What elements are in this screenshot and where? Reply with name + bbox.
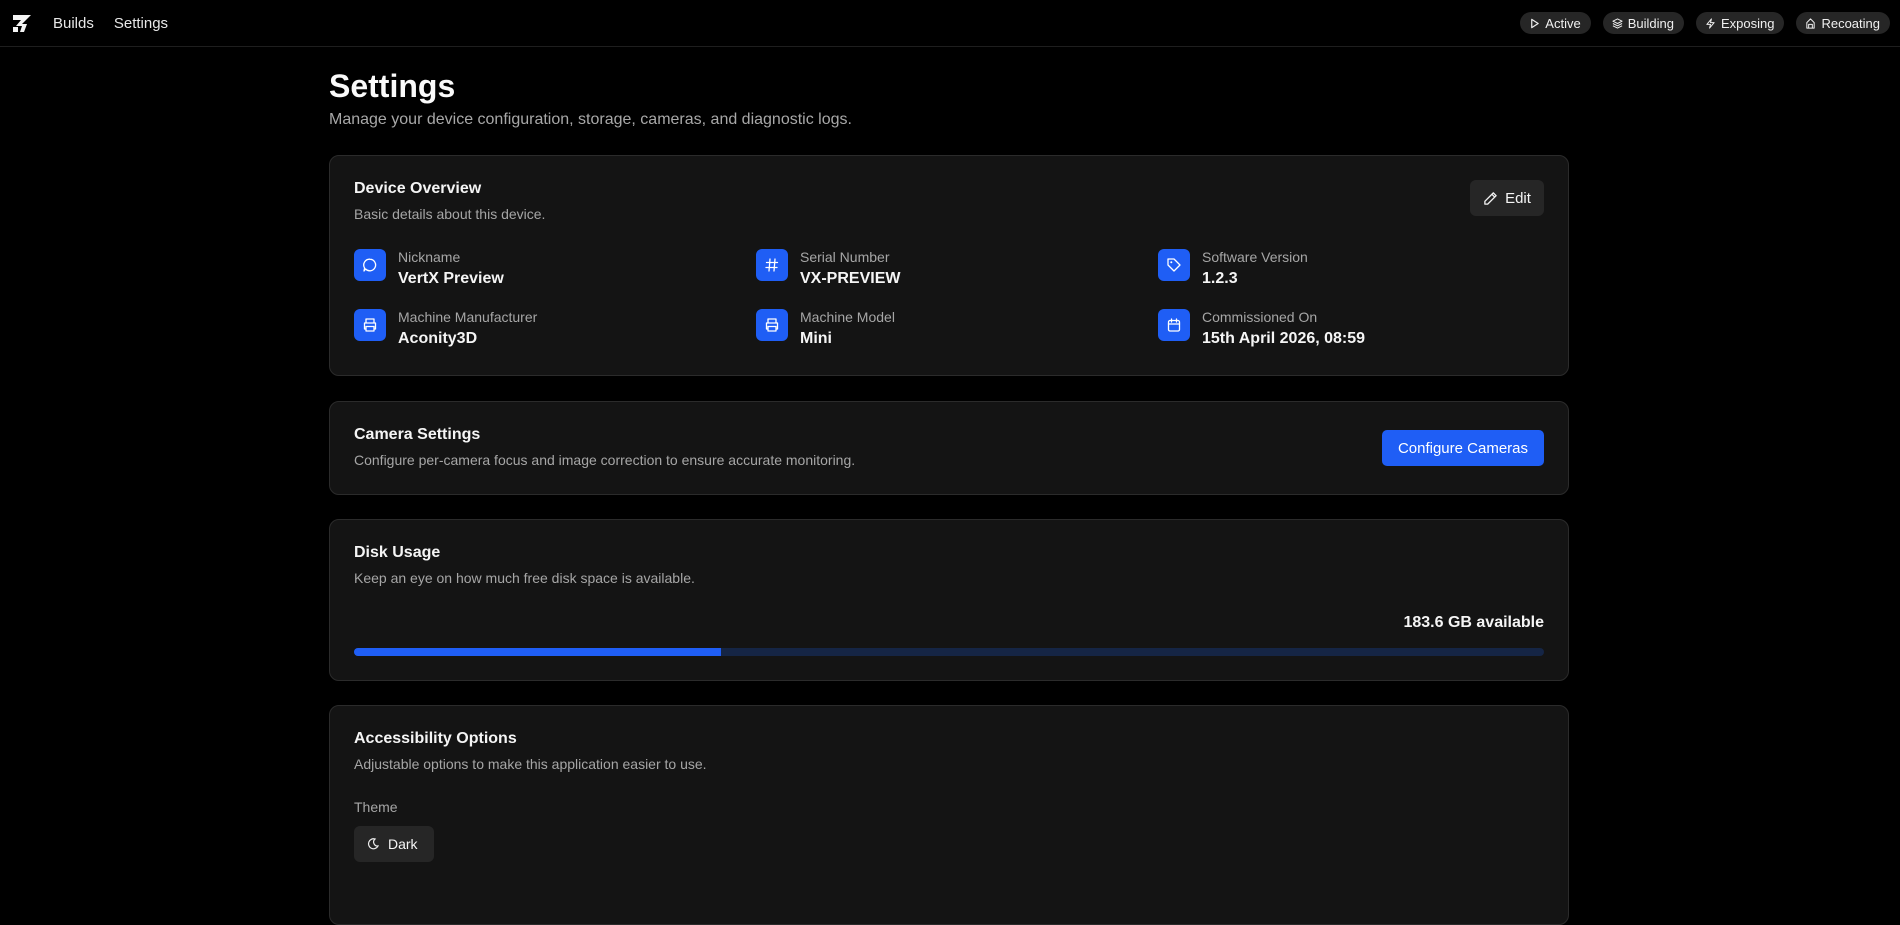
play-icon (1531, 18, 1540, 28)
page-title: Settings (329, 68, 456, 104)
message-circle-icon (354, 249, 386, 281)
disk-usage-bar-fill (354, 648, 721, 656)
field-nickname: Nickname VertX Preview (354, 248, 504, 290)
field-software-version-label: Software Version (1202, 249, 1308, 265)
disk-available-text: 183.6 GB available (1403, 614, 1544, 631)
field-machine-model: Machine Model Mini (756, 308, 895, 350)
calendar-icon (1158, 309, 1190, 341)
recoater-icon (1806, 17, 1816, 29)
status-active-label: Active (1545, 15, 1581, 31)
edit-button-label: Edit (1505, 189, 1531, 207)
status-exposing-label: Exposing (1720, 15, 1775, 31)
device-overview-description: Basic details about this device. (354, 206, 546, 222)
disk-usage-card: Disk Usage Keep an eye on how much free … (329, 519, 1569, 681)
status-building-label: Building (1627, 15, 1674, 31)
top-navigation-bar: Builds Settings Active Building Exposing… (0, 0, 1900, 47)
status-building[interactable]: Building (1602, 12, 1684, 34)
printer-icon (756, 309, 788, 341)
field-machine-manufacturer-label: Machine Manufacturer (398, 309, 538, 325)
edit-button[interactable]: Edit (1470, 180, 1544, 216)
field-machine-model-value: Mini (800, 330, 832, 347)
field-commissioned-on: Commissioned On 15th April 2026, 08:59 (1158, 308, 1365, 350)
logo[interactable] (11, 12, 33, 34)
pencil-icon (1484, 191, 1497, 205)
hash-icon (756, 249, 788, 281)
field-serial-number-label: Serial Number (800, 249, 890, 265)
status-recoating-label: Recoating (1821, 15, 1880, 31)
field-serial-number: Serial Number VX-PREVIEW (756, 248, 900, 290)
field-machine-manufacturer: Machine Manufacturer Aconity3D (354, 308, 537, 350)
field-commissioned-on-label: Commissioned On (1202, 309, 1318, 325)
field-machine-model-label: Machine Model (800, 309, 895, 325)
zap-icon (1706, 17, 1715, 29)
accessibility-description: Adjustable options to make this applicat… (354, 756, 707, 772)
field-software-version: Software Version 1.2.3 (1158, 248, 1308, 290)
field-nickname-label: Nickname (398, 249, 461, 265)
nav-builds[interactable]: Builds (53, 15, 94, 32)
theme-toggle-label: Dark (388, 836, 418, 852)
field-software-version-value: 1.2.3 (1202, 270, 1238, 287)
field-commissioned-on-value: 15th April 2026, 08:59 (1202, 330, 1366, 347)
page-subtitle: Manage your device configuration, storag… (329, 111, 852, 128)
nav-settings[interactable]: Settings (114, 15, 168, 32)
device-overview-title: Device Overview (354, 180, 482, 197)
field-machine-manufacturer-value: Aconity3D (398, 330, 478, 347)
layers-icon (1612, 17, 1623, 29)
settings-page: Settings Manage your device configuratio… (329, 47, 1569, 925)
field-serial-number-value: VX-PREVIEW (800, 270, 901, 287)
status-active[interactable]: Active (1520, 12, 1591, 34)
machine-status-pills: Active Building Exposing Recoating (1520, 12, 1890, 34)
camera-settings-card: Camera Settings Configure per-camera foc… (329, 401, 1569, 495)
tag-icon (1158, 249, 1190, 281)
camera-settings-title: Camera Settings (354, 426, 481, 443)
disk-usage-bar (354, 648, 1544, 656)
status-recoating[interactable]: Recoating (1796, 12, 1890, 34)
device-overview-card: Device Overview Basic details about this… (329, 155, 1569, 376)
field-nickname-value: VertX Preview (398, 270, 504, 287)
status-exposing[interactable]: Exposing (1695, 12, 1785, 34)
accessibility-card: Accessibility Options Adjustable options… (329, 705, 1569, 925)
main-nav: Builds Settings (53, 0, 168, 46)
theme-label: Theme (354, 799, 398, 815)
disk-usage-title: Disk Usage (354, 544, 441, 561)
disk-usage-description: Keep an eye on how much free disk space … (354, 570, 695, 586)
printer-icon (354, 309, 386, 341)
accessibility-title: Accessibility Options (354, 730, 517, 747)
camera-settings-description: Configure per-camera focus and image cor… (354, 452, 856, 468)
configure-cameras-button[interactable]: Configure Cameras (1381, 430, 1544, 466)
theme-toggle-button[interactable]: Dark (354, 826, 434, 862)
moon-icon (367, 838, 380, 850)
